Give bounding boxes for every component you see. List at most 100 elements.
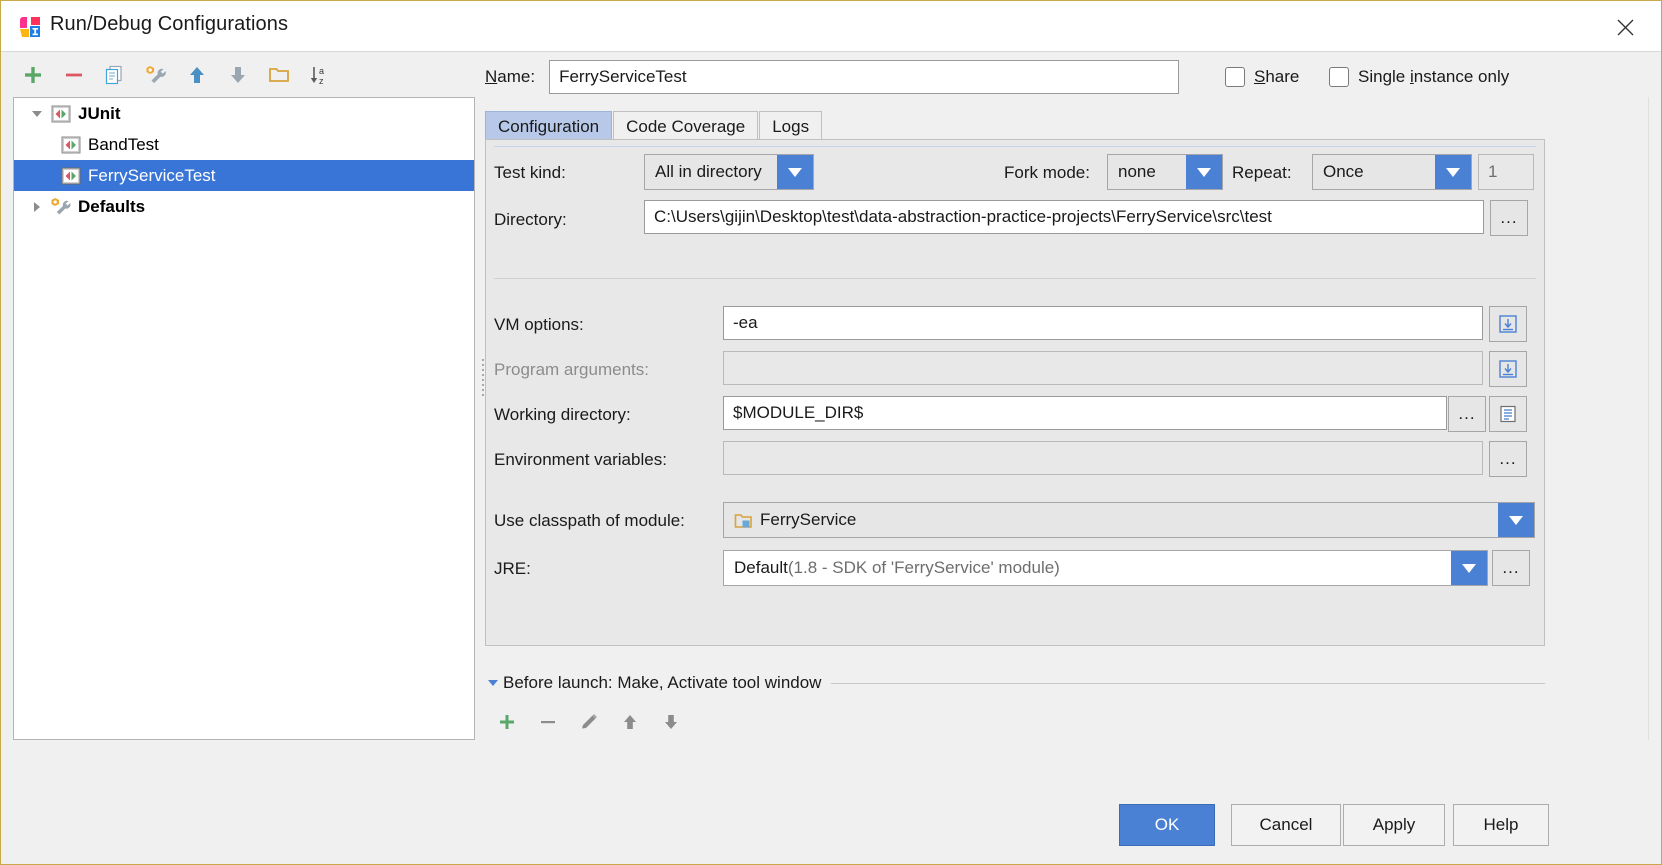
ok-button[interactable]: OK	[1119, 804, 1215, 846]
move-down-button[interactable]	[221, 58, 255, 92]
tree-item-junit[interactable]: JUnit	[14, 98, 474, 129]
working-directory-browse-button[interactable]: ...	[1448, 396, 1486, 432]
fork-mode-value: none	[1118, 162, 1156, 181]
fork-mode-combobox[interactable]: none	[1107, 154, 1223, 190]
dialog-footer: OK Cancel Apply Help	[1, 786, 1661, 864]
vm-options-expand-editor-icon[interactable]	[1489, 306, 1527, 342]
test-kind-value: All in directory	[655, 162, 762, 181]
expand-collapse-triangle-icon[interactable]	[24, 98, 50, 129]
tab-configuration[interactable]: Configuration	[485, 111, 613, 141]
repeat-value: Once	[1323, 162, 1364, 181]
close-button[interactable]	[1597, 7, 1653, 47]
chevron-down-icon[interactable]	[1186, 155, 1222, 189]
run-debug-configurations-dialog: Run/Debug Configurations a z JUnit BandT…	[0, 0, 1662, 865]
tree-item-ferryservicetest[interactable]: FerryServiceTest	[14, 160, 474, 191]
before-launch-toolbar	[485, 701, 785, 743]
jre-browse-button[interactable]: ...	[1492, 550, 1530, 586]
tree-item-label: JUnit	[78, 103, 121, 123]
directory-input[interactable]	[644, 200, 1484, 234]
before-launch-divider	[831, 682, 1545, 684]
jre-value-wrap: Default (1.8 - SDK of 'FerryService' mod…	[724, 558, 1451, 578]
before-launch-remove-button[interactable]	[531, 705, 565, 739]
test-kind-label: Test kind:	[494, 163, 566, 182]
edit-defaults-wrench-icon[interactable]	[139, 58, 173, 92]
move-up-button[interactable]	[180, 58, 214, 92]
test-kind-combobox[interactable]: All in directory	[644, 154, 814, 190]
sort-az-button[interactable]: a z	[303, 58, 337, 92]
fork-mode-label: Fork mode:	[1004, 163, 1090, 182]
before-launch-move-up-button[interactable]	[613, 705, 647, 739]
window-title: Run/Debug Configurations	[50, 13, 289, 35]
svg-text:a: a	[319, 66, 324, 76]
vm-options-label: VM options:	[494, 315, 584, 334]
tree-item-defaults[interactable]: Defaults	[14, 191, 474, 222]
tree-item-label: Defaults	[78, 196, 146, 216]
program-arguments-input[interactable]	[723, 351, 1483, 385]
working-directory-input[interactable]	[723, 396, 1447, 430]
wrench-icon	[50, 197, 72, 217]
tab-separator	[494, 146, 1536, 147]
remove-configuration-button[interactable]	[57, 58, 91, 92]
before-launch-move-down-button[interactable]	[654, 705, 688, 739]
chevron-down-icon[interactable]	[1435, 155, 1471, 189]
configurations-tree[interactable]: JUnit BandTest FerryServiceTest Defaults	[13, 97, 475, 740]
name-input[interactable]	[549, 60, 1180, 94]
apply-button[interactable]: Apply	[1343, 804, 1445, 846]
help-button[interactable]: Help	[1453, 804, 1549, 846]
collapse-triangle-icon[interactable]	[485, 675, 501, 691]
single-instance-checkbox-box[interactable]	[1329, 67, 1349, 87]
vm-options-input[interactable]	[723, 306, 1483, 340]
cancel-button[interactable]: Cancel	[1231, 804, 1341, 846]
intellij-idea-icon	[19, 16, 41, 38]
share-checkbox-box[interactable]	[1225, 67, 1245, 87]
share-label: Share	[1254, 67, 1300, 86]
program-arguments-label: Program arguments:	[494, 360, 649, 379]
before-launch-edit-pencil-icon[interactable]	[572, 705, 606, 739]
working-directory-macros-icon[interactable]	[1489, 396, 1527, 432]
tab-logs[interactable]: Logs	[759, 111, 823, 141]
tree-item-bandtest[interactable]: BandTest	[14, 129, 474, 160]
working-directory-label: Working directory:	[494, 405, 631, 424]
directory-browse-button[interactable]: ...	[1490, 200, 1528, 236]
tree-item-label: FerryServiceTest	[88, 165, 216, 185]
settings-tabs: Configuration Code Coverage Logs	[485, 109, 823, 141]
single-instance-label: Single instance only	[1358, 67, 1510, 86]
classpath-module-label: Use classpath of module:	[494, 511, 685, 530]
right-edge-line	[1648, 97, 1649, 740]
repeat-combobox[interactable]: Once	[1312, 154, 1472, 190]
chevron-down-icon[interactable]	[1451, 551, 1487, 585]
environment-variables-browse-button[interactable]: ...	[1489, 441, 1527, 477]
environment-variables-label: Environment variables:	[494, 450, 667, 469]
before-launch-add-button[interactable]	[490, 705, 524, 739]
jre-combobox[interactable]: Default (1.8 - SDK of 'FerryService' mod…	[723, 550, 1488, 586]
section-separator	[494, 278, 1536, 279]
share-checkbox[interactable]: Share	[1225, 59, 1299, 95]
directory-label: Directory:	[494, 210, 567, 229]
classpath-module-value-wrap: FerryService	[724, 510, 1498, 530]
copy-configuration-button[interactable]	[98, 58, 132, 92]
repeat-label: Repeat:	[1232, 163, 1292, 182]
single-instance-checkbox[interactable]: Single instance only	[1329, 59, 1509, 95]
program-arguments-expand-editor-icon[interactable]	[1489, 351, 1527, 387]
expand-collapse-triangle-icon[interactable]	[24, 191, 50, 222]
tab-code-coverage[interactable]: Code Coverage	[613, 111, 759, 141]
repeat-count-input[interactable]: 1	[1478, 154, 1534, 190]
junit-icon	[60, 135, 82, 155]
name-label: Name:	[485, 67, 536, 86]
jre-value-subtext: (1.8 - SDK of 'FerryService' module)	[787, 558, 1060, 577]
jre-label: JRE:	[494, 559, 531, 578]
jre-value: Default	[734, 558, 788, 577]
title-bar: Run/Debug Configurations	[1, 1, 1661, 52]
environment-variables-input[interactable]	[723, 441, 1483, 475]
junit-icon	[50, 104, 72, 124]
add-configuration-button[interactable]	[16, 58, 50, 92]
before-launch-label: Before launch: Make, Activate tool windo…	[503, 673, 822, 692]
classpath-module-combobox[interactable]: FerryService	[723, 502, 1535, 538]
before-launch-header[interactable]: Before launch: Make, Activate tool windo…	[485, 669, 1545, 697]
junit-icon	[60, 166, 82, 186]
create-folder-button[interactable]	[262, 58, 296, 92]
chevron-down-icon[interactable]	[1498, 503, 1534, 537]
configuration-tab-panel: Test kind: All in directory Fork mode: n…	[485, 139, 1545, 646]
svg-text:z: z	[319, 76, 324, 86]
chevron-down-icon[interactable]	[777, 155, 813, 189]
